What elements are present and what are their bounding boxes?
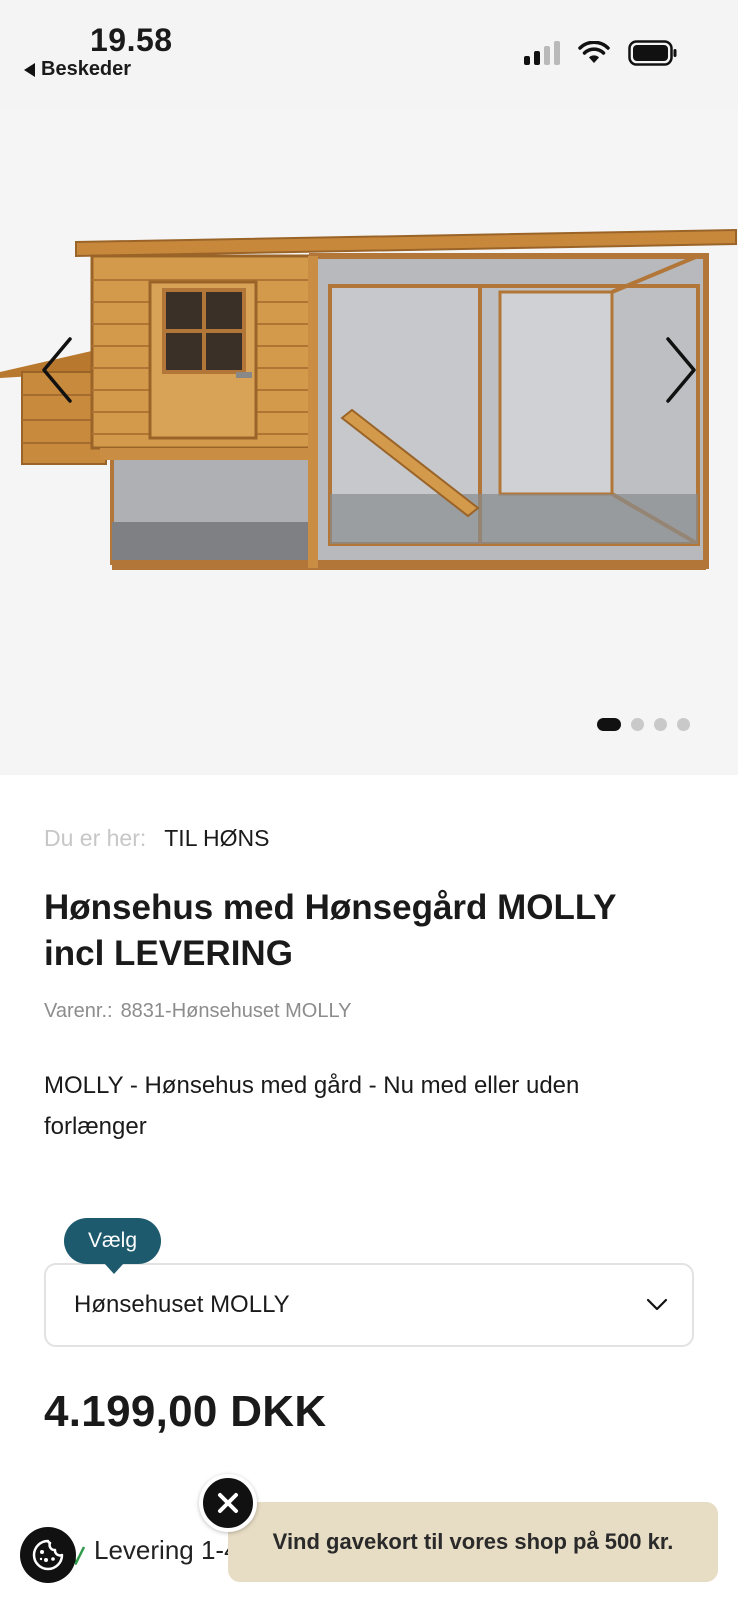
chevron-down-icon [646, 1298, 668, 1311]
giftcard-banner[interactable]: Vind gavekort til vores shop på 500 kr. [228, 1502, 718, 1582]
gallery-dot-3[interactable] [654, 718, 667, 731]
product-image-gallery[interactable] [0, 110, 738, 775]
gallery-dot-1[interactable] [597, 718, 621, 731]
back-to-app-button[interactable]: Beskeder [24, 58, 131, 81]
gallery-dot-2[interactable] [631, 718, 644, 731]
delivery-info: Levering 1-4 [70, 1535, 239, 1566]
chevron-right-icon[interactable] [660, 335, 700, 405]
cookie-icon [32, 1539, 64, 1571]
variant-select[interactable]: Hønsehuset MOLLY [44, 1263, 694, 1347]
product-image-chicken-coop [0, 228, 737, 570]
status-icons [524, 40, 678, 66]
breadcrumb-label: Du er her: [44, 825, 147, 851]
product-sku: Varenr.: 8831-Hønsehuset MOLLY [44, 1000, 351, 1023]
back-app-label: Beskeder [41, 58, 132, 80]
breadcrumb: Du er her: TIL HØNS [44, 825, 269, 852]
product-description: MOLLY - Hønsehus med gård - Nu med eller… [44, 1072, 580, 1140]
chevron-left-icon[interactable] [38, 335, 78, 405]
close-banner-button[interactable] [199, 1474, 257, 1532]
status-bar: 19.58 Beskeder [0, 0, 738, 110]
breadcrumb-current[interactable]: TIL HØNS [164, 825, 269, 851]
wifi-icon [578, 41, 610, 63]
sku-value: 8831-Hønsehuset MOLLY [120, 1000, 352, 1022]
delivery-text: Levering 1-4 [94, 1535, 239, 1565]
battery-icon [628, 40, 677, 66]
sku-label: Varenr.: [44, 1000, 113, 1022]
status-time: 19.58 [90, 22, 173, 58]
product-price: 4.199,00 DKK [44, 1387, 327, 1436]
close-icon [218, 1493, 238, 1513]
variant-selected-value: Hønsehuset MOLLY [74, 1291, 290, 1318]
variant-tooltip: Vælg [64, 1218, 162, 1274]
product-title: Hønsehus med Hønsegård MOLLY incl LEVERI… [44, 888, 616, 973]
cellular-signal-icon [524, 41, 560, 65]
gallery-pagination [597, 718, 690, 731]
gallery-dot-4[interactable] [677, 718, 690, 731]
back-triangle-icon [24, 62, 35, 77]
cookie-settings-button[interactable] [20, 1527, 76, 1583]
